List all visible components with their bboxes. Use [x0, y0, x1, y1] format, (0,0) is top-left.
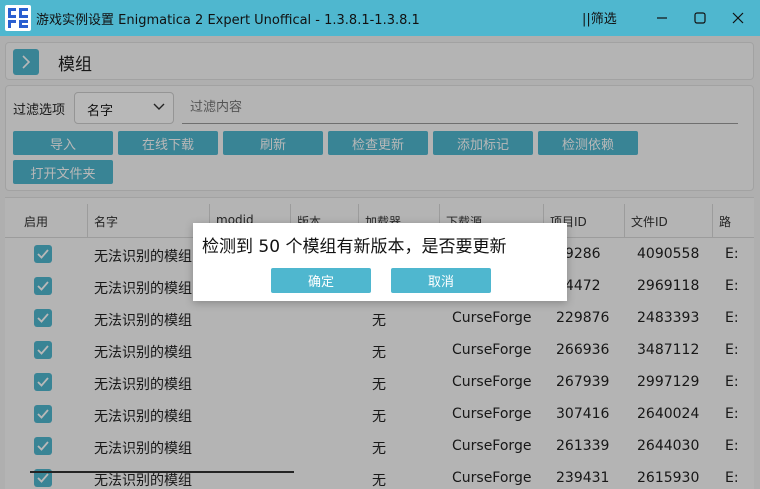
filter-toggle-button[interactable]: ||筛选: [582, 8, 617, 27]
cancel-button[interactable]: 取消: [391, 268, 491, 293]
window-title: 游戏实例设置 Enigmatica 2 Expert Unoffical - 1…: [36, 13, 420, 28]
title-bar: 游戏实例设置 Enigmatica 2 Expert Unoffical - 1…: [0, 0, 760, 36]
maximize-icon[interactable]: [682, 0, 718, 36]
close-icon[interactable]: [720, 0, 756, 36]
minimize-icon[interactable]: [644, 0, 680, 36]
update-dialog: 检测到 50 个模组有新版本，是否要更新 确定 取消: [193, 223, 567, 301]
confirm-button[interactable]: 确定: [271, 268, 371, 293]
dialog-message: 检测到 50 个模组有新版本，是否要更新: [202, 237, 507, 257]
app-icon: [5, 5, 31, 31]
